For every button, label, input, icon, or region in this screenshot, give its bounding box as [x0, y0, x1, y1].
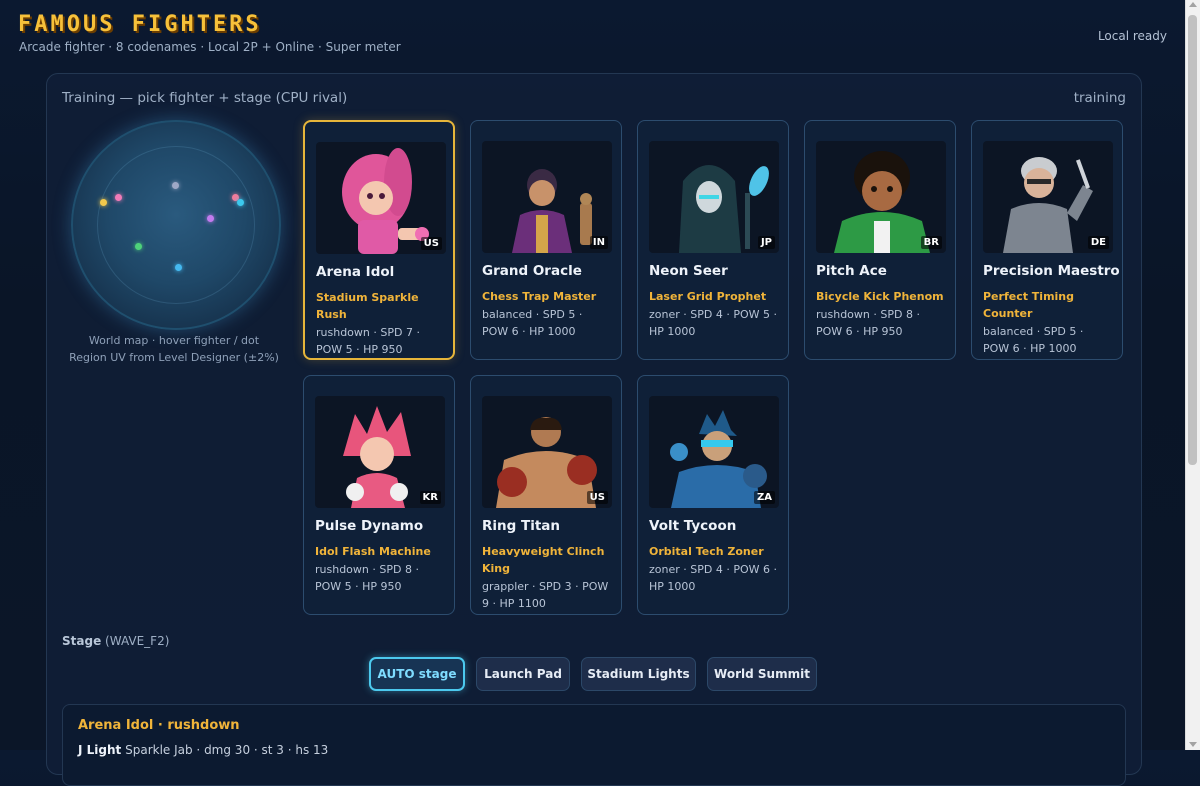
training-panel: Training — pick fighter + stage (CPU riv…: [46, 73, 1142, 786]
connection-status: Local ready: [1097, 29, 1167, 43]
fighter-name: Arena Idol: [316, 264, 395, 280]
fighter-stats: zoner · SPD 4 · POW 5 · HP 1000: [649, 308, 777, 338]
stage-button-auto[interactable]: AUTO stage: [369, 657, 465, 691]
country-flag-badge: KR: [419, 491, 441, 504]
fighter-portrait: ZA: [649, 396, 779, 508]
stage-code: (WAVE_F2): [105, 634, 170, 648]
fighter-name: Neon Seer: [649, 263, 728, 279]
fighter-portrait: DE: [983, 141, 1113, 253]
stage-button-world-summit[interactable]: World Summit: [707, 657, 817, 691]
fighter-card-ring-titan[interactable]: US Ring Titan Heavyweight Clinch King gr…: [470, 375, 622, 615]
scroll-up-arrow-icon[interactable]: [1189, 2, 1197, 7]
fighter-name: Ring Titan: [482, 518, 561, 534]
move-list-panel: Arena Idol · rushdown J Light Sparkle Ja…: [62, 704, 1126, 786]
stage-button-launch-pad[interactable]: Launch Pad: [476, 657, 570, 691]
fighter-name: Grand Oracle: [482, 263, 582, 279]
fighter-title: Bicycle Kick Phenom: [816, 290, 944, 303]
fighter-title: Laser Grid Prophet: [649, 290, 767, 303]
scrollbar-thumb[interactable]: [1188, 15, 1197, 465]
fighter-portrait: KR: [315, 396, 445, 508]
fighter-title: Stadium Sparkle Rush: [316, 291, 419, 321]
fighter-name: Precision Maestro: [983, 263, 1120, 279]
fighter-card-pitch-ace[interactable]: BR Pitch Ace Bicycle Kick Phenom rushdow…: [804, 120, 956, 360]
fighter-stats: grappler · SPD 3 · POW 9 · HP 1100: [482, 580, 609, 610]
fighter-card-precision-maestro[interactable]: DE Precision Maestro Perfect Timing Coun…: [971, 120, 1123, 360]
world-map-globe[interactable]: [71, 120, 281, 330]
move-input-key: J Light: [78, 743, 122, 757]
country-flag-badge: US: [420, 237, 442, 250]
fighter-title: Heavyweight Clinch King: [482, 545, 605, 575]
region-dot[interactable]: [115, 194, 122, 201]
fighter-stats: balanced · SPD 5 · POW 6 · HP 1000: [983, 325, 1084, 355]
stage-button-stadium-lights[interactable]: Stadium Lights: [581, 657, 696, 691]
mode-label: training: [1073, 90, 1126, 106]
fighter-title: Orbital Tech Zoner: [649, 545, 764, 558]
fighter-portrait: IN: [482, 141, 612, 253]
country-flag-badge: DE: [1087, 236, 1109, 249]
fighter-portrait: US: [316, 142, 446, 254]
game-subtitle: Arcade fighter · 8 codenames · Local 2P …: [19, 40, 401, 54]
stage-label: Stage (WAVE_F2): [62, 634, 169, 648]
fighter-name: Volt Tycoon: [649, 518, 737, 534]
country-flag-badge: IN: [589, 236, 608, 249]
fighter-title: Chess Trap Master: [482, 290, 597, 303]
fighter-card-pulse-dynamo[interactable]: KR Pulse Dynamo Idol Flash Machine rushd…: [303, 375, 455, 615]
country-flag-badge: US: [586, 491, 608, 504]
move-list-heading: Arena Idol · rushdown: [78, 718, 240, 733]
fighter-title: Idol Flash Machine: [315, 545, 431, 558]
globe-inner-ring: [97, 146, 255, 304]
region-dot[interactable]: [237, 199, 244, 206]
country-flag-badge: ZA: [754, 491, 775, 504]
region-dot[interactable]: [207, 215, 214, 222]
fighter-card-neon-seer[interactable]: JP Neon Seer Laser Grid Prophet zoner · …: [637, 120, 789, 360]
map-caption-line: World map · hover fighter / dot: [88, 334, 260, 347]
game-title: FAMOUS FIGHTERS: [18, 12, 262, 37]
fighter-stats: zoner · SPD 4 · POW 6 · HP 1000: [649, 563, 777, 593]
move-details: Sparkle Jab · dmg 30 · st 3 · hs 13: [125, 743, 329, 757]
scroll-down-arrow-icon[interactable]: [1189, 742, 1197, 747]
fighter-card-grand-oracle[interactable]: IN Grand Oracle Chess Trap Master balanc…: [470, 120, 622, 360]
fighter-portrait: US: [482, 396, 612, 508]
region-dot[interactable]: [175, 264, 182, 271]
region-dot[interactable]: [172, 182, 179, 189]
fighter-stats: rushdown · SPD 8 · POW 5 · HP 950: [315, 563, 419, 593]
page-scrollbar[interactable]: [1185, 0, 1200, 750]
panel-title: Training — pick fighter + stage (CPU riv…: [62, 90, 348, 106]
region-dot[interactable]: [100, 199, 107, 206]
fighter-stats: balanced · SPD 5 · POW 6 · HP 1000: [482, 308, 583, 338]
fighter-portrait: BR: [816, 141, 946, 253]
fighter-name: Pulse Dynamo: [315, 518, 424, 534]
fighter-stats: rushdown · SPD 8 · POW 6 · HP 950: [816, 308, 920, 338]
fighter-card-volt-tycoon[interactable]: ZA Volt Tycoon Orbital Tech Zoner zoner …: [637, 375, 789, 615]
fighter-name: Pitch Ace: [816, 263, 887, 279]
country-flag-badge: BR: [920, 236, 942, 249]
fighter-stats: rushdown · SPD 7 · POW 5 · HP 950: [316, 326, 420, 356]
country-flag-badge: JP: [757, 236, 775, 249]
stage-label-text: Stage: [62, 634, 102, 648]
fighter-card-arena-idol[interactable]: US Arena Idol Stadium Sparkle Rush rushd…: [303, 120, 455, 360]
fighter-portrait: JP: [649, 141, 779, 253]
move-list-row: J Light Sparkle Jab · dmg 30 · st 3 · hs…: [78, 743, 328, 757]
region-dot[interactable]: [135, 243, 142, 250]
world-map-caption: World map · hover fighter / dot Region U…: [62, 332, 286, 366]
fighter-title: Perfect Timing Counter: [983, 290, 1075, 320]
map-caption-line: Region UV from Level Designer (±2%): [69, 351, 279, 364]
